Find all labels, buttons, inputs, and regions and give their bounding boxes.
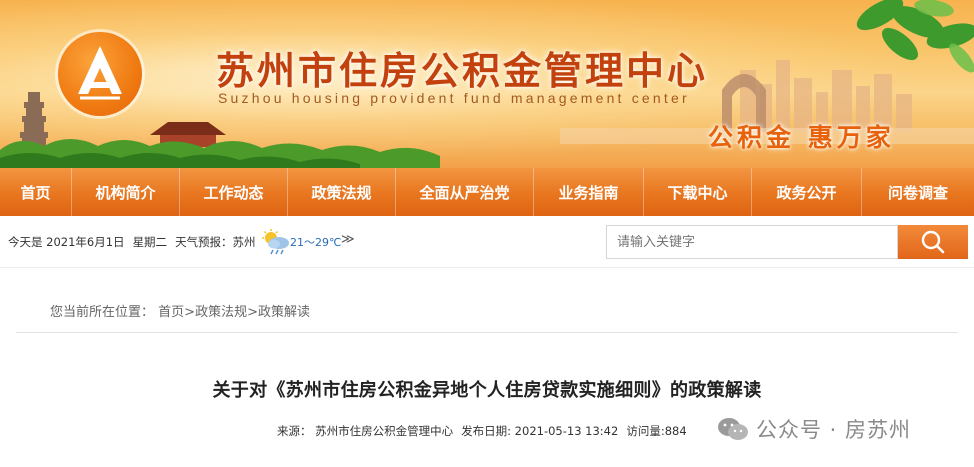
site-subtitle: Suzhou housing provident fund management… [218, 90, 690, 106]
breadcrumb-separator: > [247, 305, 258, 320]
watermark-text: 公众号 · 房苏州 [756, 418, 912, 442]
temperature: 21～29℃ [290, 236, 342, 249]
main-nav: 首页 机构简介 工作动态 政策法规 全面从严治党 业务指南 下载中心 政务公开 … [0, 168, 974, 216]
today-date: 今天是 2021年6月1日 [8, 235, 125, 249]
site-title: 苏州市住房公积金管理中心 [216, 48, 709, 93]
logo-mark-icon [78, 46, 122, 100]
nav-item-policy[interactable]: 政策法规 [288, 168, 396, 216]
search-input[interactable] [606, 225, 898, 259]
article-title: 关于对《苏州市住房公积金异地个人住房贷款实施细则》的政策解读 [212, 380, 762, 401]
nav-item-download[interactable]: 下载中心 [644, 168, 752, 216]
nav-item-survey[interactable]: 问卷调查 [862, 168, 974, 216]
weather-rain-icon [262, 229, 289, 255]
nav-item-home[interactable]: 首页 [0, 168, 72, 216]
divider [16, 332, 958, 333]
weather-more-link[interactable]: ≫ [341, 232, 355, 247]
header-banner: 苏州市住房公积金管理中心 Suzhou housing provident fu… [0, 0, 974, 168]
article-date: 发布日期: 2021-05-13 13:42 [461, 424, 619, 438]
nav-item-news[interactable]: 工作动态 [180, 168, 288, 216]
forecast-label: 天气预报：苏州 [175, 235, 256, 249]
nav-item-about[interactable]: 机构简介 [72, 168, 180, 216]
nav-item-party[interactable]: 全面从严治党 [396, 168, 534, 216]
nav-item-guide[interactable]: 业务指南 [534, 168, 644, 216]
breadcrumb-separator: > [184, 305, 196, 320]
breadcrumb-interpretation[interactable]: 政策解读 [258, 305, 310, 320]
breadcrumb-home[interactable]: 首页 [158, 305, 184, 320]
nav-item-public[interactable]: 政务公开 [752, 168, 862, 216]
weekday: 星期二 [132, 235, 168, 249]
site-slogan: 公积金 惠万家 [708, 123, 895, 152]
article-meta: 来源： 苏州市住房公积金管理中心 发布日期: 2021-05-13 13:42 访问… [277, 423, 695, 439]
wechat-icon [718, 418, 748, 440]
logo[interactable] [58, 32, 142, 116]
search-button[interactable] [898, 225, 968, 259]
search-icon [921, 230, 945, 254]
article-source: 来源： 苏州市住房公积金管理中心 [277, 424, 454, 438]
date-weather: 今天是 2021年6月1日 星期二 天气预报：苏州 [8, 234, 264, 250]
breadcrumb: 您当前所在位置： 首页>政策法规>政策解读 [50, 301, 310, 320]
article-views: 访问量:884 [626, 424, 687, 438]
breadcrumb-policy[interactable]: 政策法规 [195, 305, 247, 320]
breadcrumb-prefix: 您当前所在位置： [50, 305, 155, 320]
